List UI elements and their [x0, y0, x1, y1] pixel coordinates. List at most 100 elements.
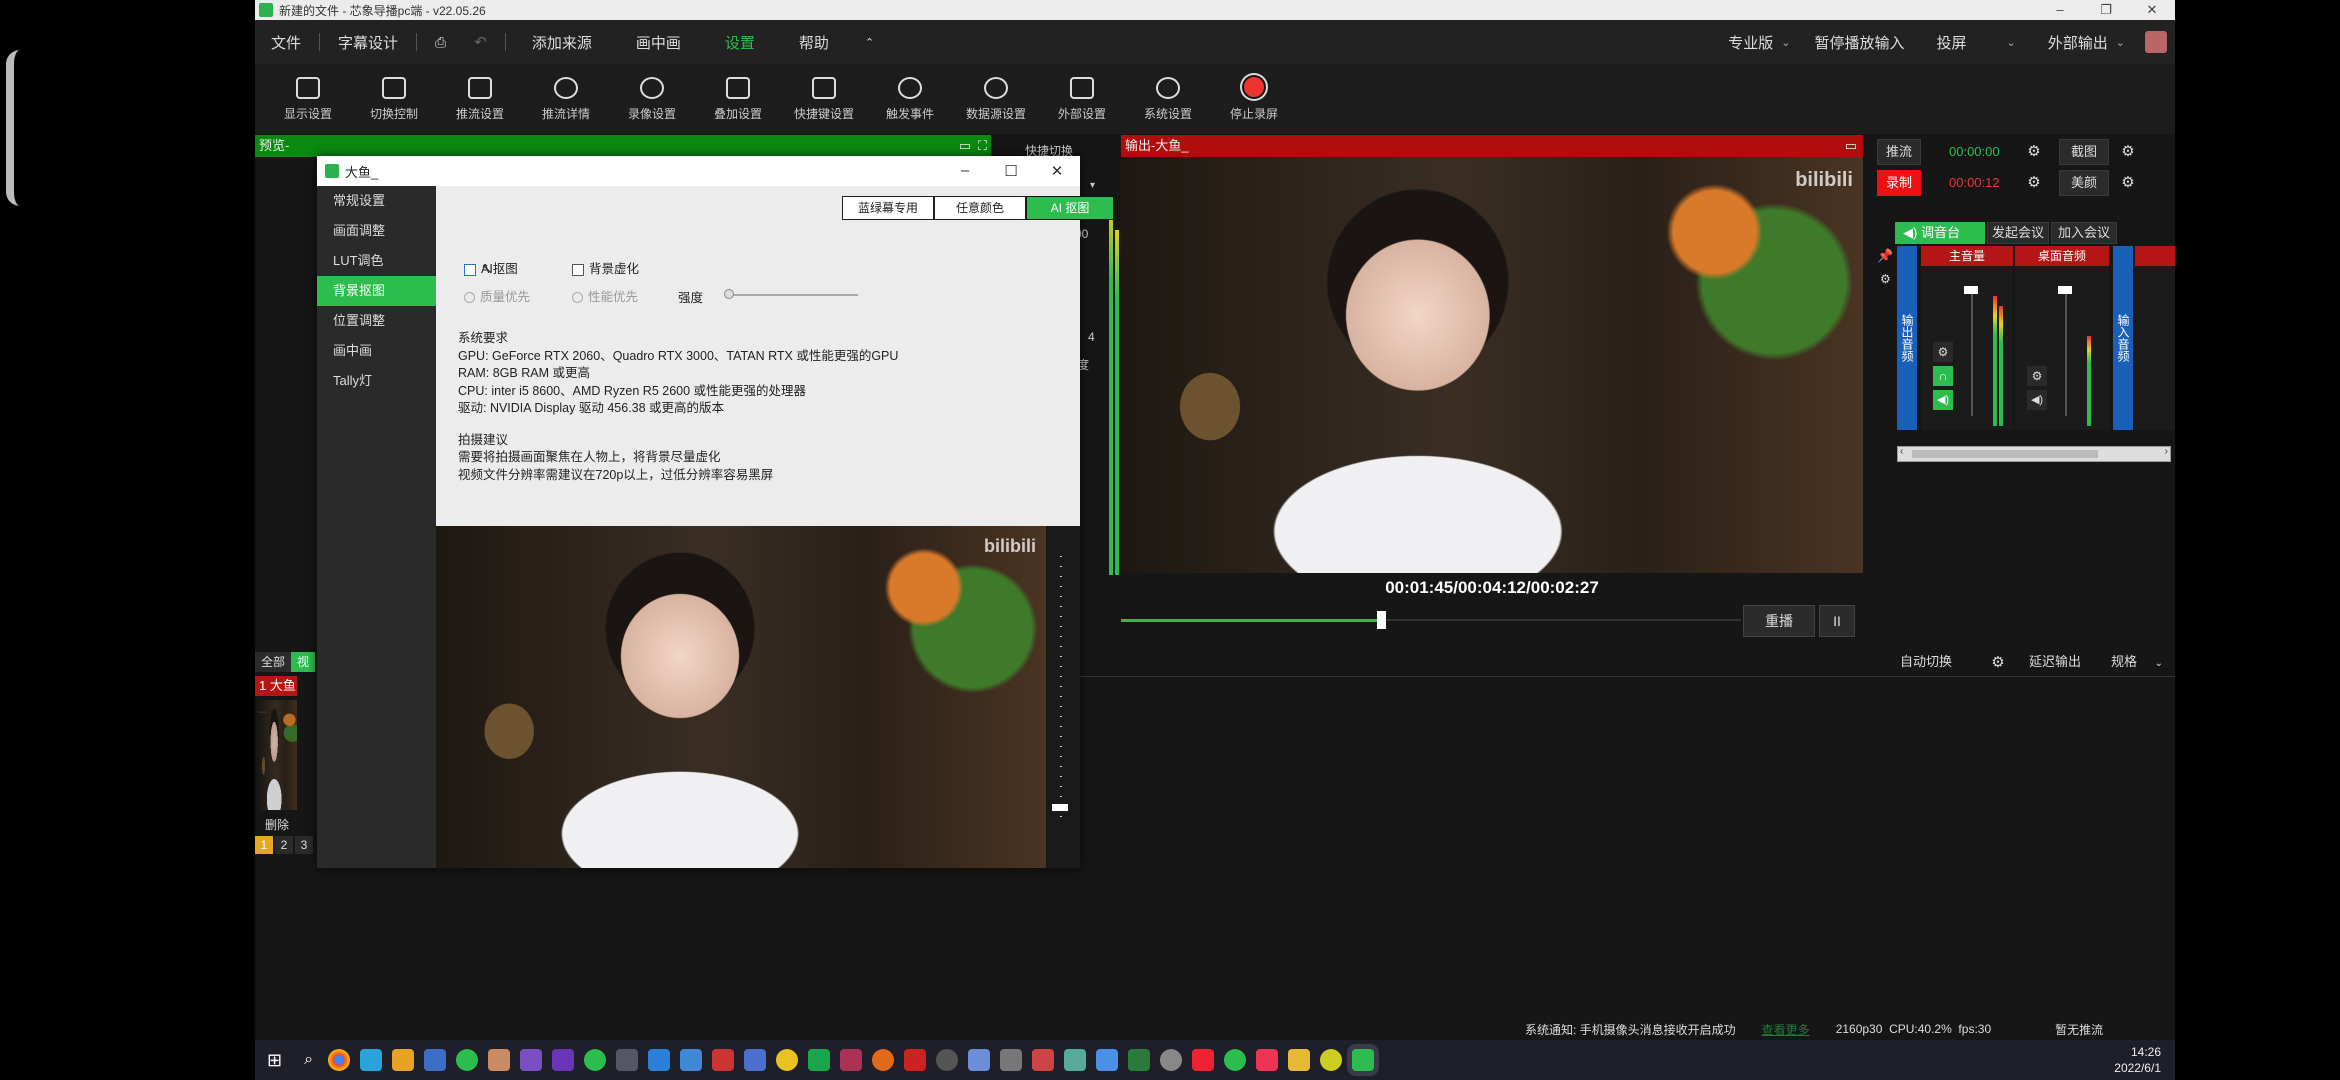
tab-all[interactable]: 全部 — [255, 652, 292, 672]
telegram-icon[interactable] — [360, 1049, 383, 1071]
app-icon[interactable] — [712, 1049, 735, 1071]
app-icon[interactable] — [680, 1049, 703, 1071]
external-settings-button[interactable]: 外部设置 — [1039, 64, 1125, 134]
beauty-settings-icon[interactable]: ⚙ — [2117, 172, 2139, 194]
auto-switch-settings-icon[interactable]: ⚙ — [1987, 652, 2009, 674]
speaker-toggle-icon[interactable]: ◀) — [1933, 390, 1953, 410]
delay-output-button[interactable]: 延迟输出 — [2015, 650, 2095, 676]
stop-record-button[interactable]: 停止录屏 — [1211, 64, 1297, 134]
scene-item[interactable]: 1 大鱼_ — [255, 676, 297, 713]
app-icon[interactable] — [1320, 1049, 1343, 1071]
record-settings-button[interactable]: 录像设置 — [609, 64, 695, 134]
collapse-icon[interactable]: ⌃ — [851, 36, 888, 49]
app-icon[interactable] — [1160, 1049, 1183, 1071]
monitor-icon[interactable]: ▭ — [959, 135, 971, 157]
windows-start-icon[interactable]: ⊞ — [267, 1050, 282, 1071]
app-icon[interactable] — [776, 1049, 799, 1071]
menu-settings[interactable]: 设置 — [703, 32, 777, 53]
switch-control-button[interactable]: 切换控制 — [351, 64, 437, 134]
nav-pip[interactable]: 画中画 — [317, 336, 436, 366]
mixer-scrollbar[interactable]: ‹ › — [1897, 446, 2171, 462]
app-icon[interactable] — [424, 1049, 447, 1071]
app-icon[interactable] — [1000, 1049, 1023, 1071]
nav-general[interactable]: 常规设置 — [317, 186, 436, 216]
app-icon[interactable] — [456, 1049, 479, 1071]
data-source-settings-button[interactable]: 数据源设置 — [953, 64, 1039, 134]
nav-tally[interactable]: Tally灯 — [317, 366, 436, 396]
mixer-tab[interactable]: ◀) 调音台 — [1895, 222, 1985, 244]
app-icon[interactable] — [1032, 1049, 1055, 1071]
menu-subtitle[interactable]: 字幕设计 — [324, 32, 412, 53]
dropdown-fragment-icon[interactable]: ▾ — [1090, 180, 1095, 191]
scene-thumbnail[interactable] — [259, 700, 297, 810]
wechat-icon[interactable] — [584, 1049, 607, 1071]
spec-select[interactable]: 规格 ⌄ — [2099, 650, 2175, 676]
screenshot-button[interactable]: 截图 — [2059, 139, 2109, 165]
tab-any-color[interactable]: 任意颜色 — [934, 196, 1026, 220]
minimize-icon[interactable]: – — [942, 162, 988, 180]
menu-add-source[interactable]: 添加来源 — [510, 32, 614, 53]
maximize-icon[interactable]: ❐ — [2083, 2, 2129, 18]
app-icon[interactable] — [744, 1049, 767, 1071]
app-icon[interactable] — [840, 1049, 863, 1071]
app-icon[interactable] — [1064, 1049, 1087, 1071]
undo-icon[interactable]: ↶ — [460, 33, 501, 51]
app-icon[interactable] — [616, 1049, 639, 1071]
strength-slider[interactable] — [724, 289, 858, 299]
seek-knob[interactable] — [1377, 611, 1387, 629]
minimize-icon[interactable]: – — [2037, 2, 2083, 18]
stream-settings-button[interactable]: 推流设置 — [437, 64, 523, 134]
page-2[interactable]: 2 — [275, 836, 293, 854]
pause-button[interactable]: II — [1819, 605, 1855, 637]
vscode-icon[interactable] — [552, 1049, 575, 1071]
desktop-settings-icon[interactable]: ⚙ — [2027, 366, 2047, 386]
screenshot-settings-icon[interactable]: ⚙ — [2117, 141, 2139, 163]
master-fader-knob[interactable] — [1964, 286, 1978, 294]
app-icon[interactable] — [1192, 1049, 1215, 1071]
nav-lut[interactable]: LUT调色 — [317, 246, 436, 276]
close-icon[interactable]: ✕ — [1034, 162, 1080, 180]
edition-select[interactable]: 专业版 ⌄ — [1716, 32, 1802, 53]
delete-button[interactable]: 删除 — [259, 816, 295, 834]
page-1[interactable]: 1 — [255, 836, 273, 854]
quality-first-radio[interactable]: 质量优先 — [464, 286, 530, 305]
desktop-fader-knob[interactable] — [2058, 286, 2072, 294]
auto-switch-button[interactable]: 自动切换 — [1891, 650, 1961, 676]
app-icon[interactable] — [1096, 1049, 1119, 1071]
nav-image-adjust[interactable]: 画面调整 — [317, 216, 436, 246]
display-settings-button[interactable]: 显示设置 — [265, 64, 351, 134]
app-icon[interactable] — [808, 1049, 831, 1071]
menu-pip[interactable]: 画中画 — [614, 32, 703, 53]
tab-ai-keying[interactable]: AI 抠图 — [1026, 196, 1114, 220]
vs-icon[interactable] — [520, 1049, 543, 1071]
start-meeting-button[interactable]: 发起会议 — [1987, 222, 2049, 244]
folder-icon[interactable] — [1288, 1049, 1311, 1071]
cast-button[interactable]: 投屏 ⌄ — [1917, 32, 2036, 53]
app-icon[interactable] — [1128, 1049, 1151, 1071]
master-settings-icon[interactable]: ⚙ — [1933, 342, 1953, 362]
nav-background-keying[interactable]: 背景抠图 — [317, 276, 436, 306]
view-more-link[interactable]: 查看更多 — [1762, 1021, 1810, 1038]
hotkey-settings-button[interactable]: 快捷键设置 — [781, 64, 867, 134]
page-3[interactable]: 3 — [295, 836, 313, 854]
app-icon[interactable] — [648, 1049, 671, 1071]
stream-settings-icon[interactable]: ⚙ — [2023, 141, 2045, 163]
nav-position[interactable]: 位置调整 — [317, 306, 436, 336]
expand-icon[interactable]: ⛶ — [978, 135, 987, 157]
clock[interactable]: 14:26 2022/6/1 — [2114, 1044, 2161, 1076]
seek-bar[interactable] — [1121, 611, 1741, 629]
monitor-icon[interactable]: ▭ — [1845, 135, 1857, 157]
xinxiang-taskbar-icon[interactable] — [1352, 1049, 1375, 1071]
background-blur-checkbox[interactable]: 背景虚化 — [572, 258, 639, 277]
strength-slider-knob[interactable] — [724, 289, 734, 299]
tab-chroma-key[interactable]: 蓝绿幕专用 — [842, 196, 934, 220]
trigger-events-button[interactable]: 触发事件 — [867, 64, 953, 134]
app-icon[interactable] — [904, 1049, 927, 1071]
app-icon[interactable] — [872, 1049, 895, 1071]
record-settings-icon[interactable]: ⚙ — [2023, 172, 2045, 194]
avatar[interactable] — [2145, 31, 2167, 53]
app-icon[interactable] — [488, 1049, 511, 1071]
stream-button[interactable]: 推流 — [1877, 139, 1921, 165]
join-meeting-button[interactable]: 加入会议 — [2051, 222, 2117, 244]
desktop-speaker-icon[interactable]: ◀) — [2027, 390, 2047, 410]
